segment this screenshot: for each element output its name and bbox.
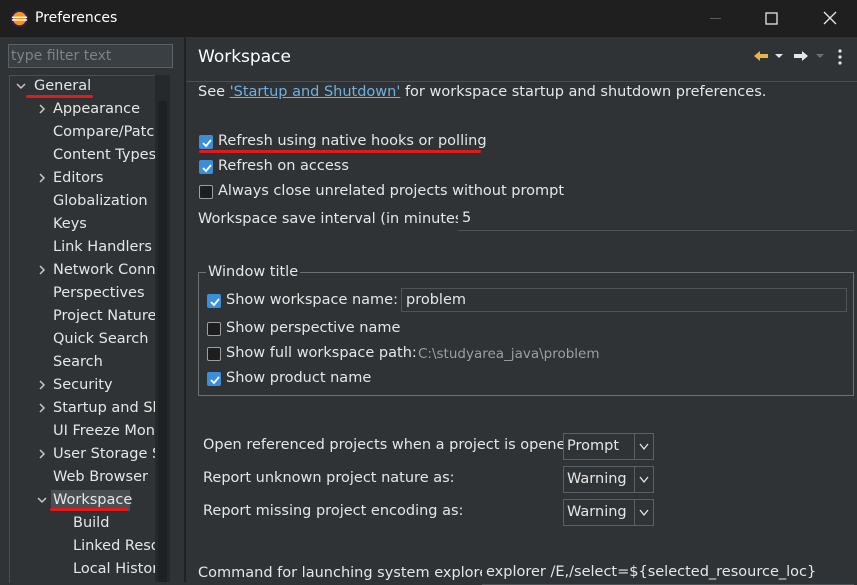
show-product-name-label: Show product name [226,370,372,386]
open-referenced-projects-label: Open referenced projects when a project … [203,437,580,453]
refresh-native-hooks-label: Refresh using native hooks or polling [218,133,487,149]
combo-arrow [634,467,653,492]
tree-item-keys[interactable]: Keys [53,213,87,235]
tree-item-user-storage-service[interactable]: User Storage Service [53,443,156,465]
startup-hint: See 'Startup and Shutdown' for workspace… [198,84,766,100]
tree-item-network-connections[interactable]: Network Connections [53,259,156,281]
minimize-icon [710,18,721,19]
tree-item-web-browser[interactable]: Web Browser [53,466,148,488]
window-title: Preferences [35,10,118,26]
chevron-down-icon[interactable] [16,81,26,91]
always-close-projects-label: Always close unrelated projects without … [218,183,565,199]
highlight-underline-refresh [199,150,481,153]
chevron-right-icon[interactable] [37,173,47,183]
unknown-nature-value: Warning [567,471,627,487]
tree-item-globalization[interactable]: Globalization [53,190,148,212]
tree-item-local-history[interactable]: Local History [73,558,156,580]
title-bar: Preferences [0,0,857,37]
tree-item-project-natures[interactable]: Project Natures [53,305,156,327]
open-referenced-projects-value: Prompt [567,438,620,454]
tree-item-perspectives[interactable]: Perspectives [53,282,145,304]
missing-encoding-select[interactable]: Warning [563,499,654,526]
chevron-right-icon[interactable] [37,380,47,390]
filter-input[interactable] [8,44,173,68]
tree-item-editors[interactable]: Editors [53,167,103,189]
chevron-down-icon [639,476,649,484]
checkmark-icon [202,164,212,173]
window-title-legend: Window title [206,264,301,280]
tree-item-security[interactable]: Security [53,374,113,396]
full-path-value: C:\studyarea_java\problem [418,346,600,362]
show-workspace-name-label: Show workspace name: [226,292,398,308]
tree-item-content-types[interactable]: Content Types [53,144,156,166]
tree-scrollbar-thumb[interactable] [158,101,167,582]
tree-item-startup-and-shutdown[interactable]: Startup and Shutdown [53,397,156,419]
missing-encoding-value: Warning [567,504,627,520]
unknown-nature-label: Report unknown project nature as: [203,470,455,486]
missing-encoding-label: Report missing project encoding as: [203,503,464,519]
highlight-underline-workspace [50,508,128,511]
back-menu-chevron-down-icon[interactable] [773,48,785,64]
tree-item-general[interactable]: General [34,76,91,97]
right-pane: Workspace See 'Startup and Shutdown' for… [186,37,857,585]
refresh-native-hooks-checkbox[interactable] [199,135,213,149]
always-close-projects-checkbox[interactable] [199,185,213,199]
explorer-command-label: Command for launching system explorer: [198,565,499,581]
tree-item-ui-freeze-monitoring[interactable]: UI Freeze Monitoring [53,420,156,442]
tree-scrollbar[interactable] [155,75,170,582]
tree-item-build[interactable]: Build [73,512,109,534]
close-button[interactable] [800,0,857,37]
back-arrow-icon[interactable] [752,48,770,64]
save-interval-field[interactable]: 5 [458,207,854,231]
show-full-path-checkbox[interactable] [207,347,221,361]
maximize-button[interactable] [742,0,800,37]
open-referenced-projects-select[interactable]: Prompt [563,433,654,460]
chevron-down-icon [639,509,649,517]
checkmark-icon [210,298,220,307]
refresh-on-access-label: Refresh on access [218,158,349,174]
show-perspective-name-checkbox[interactable] [207,322,221,336]
show-perspective-name-label: Show perspective name [226,320,401,336]
chevron-down-icon[interactable] [37,495,47,505]
chevron-right-icon[interactable] [37,104,47,114]
explorer-command-field[interactable]: explorer /E,/select=${selected_resource_… [482,561,854,585]
tree-item-link-handlers[interactable]: Link Handlers [53,236,152,258]
preference-tree: General Appearance Compare/Patch Content Ty… [9,75,156,583]
workspace-name-field[interactable]: problem [401,288,847,312]
show-product-name-checkbox[interactable] [207,372,221,386]
chevron-right-icon[interactable] [37,265,47,275]
left-pane: GeneralAppearanceCompare/PatchContent Ty… [0,37,185,583]
show-workspace-name-checkbox[interactable] [207,294,221,308]
page-title: Workspace [198,47,291,67]
chevron-right-icon[interactable] [37,403,47,413]
startup-shutdown-link[interactable]: 'Startup and Shutdown' [230,84,401,100]
view-menu-icon[interactable] [836,48,844,66]
tree-item-compare-patch[interactable]: Compare/Patch [53,121,156,143]
checkmark-icon [210,376,220,385]
chevron-right-icon[interactable] [37,449,47,459]
header-separator [186,81,857,82]
hint-prefix: See [198,84,230,100]
maximize-icon [765,12,778,25]
save-interval-label: Workspace save interval (in minutes): [198,211,474,227]
combo-arrow [634,500,653,525]
checkmark-icon [202,139,212,148]
tree-item-quick-search[interactable]: Quick Search [53,328,148,350]
unknown-nature-select[interactable]: Warning [563,466,654,493]
forward-menu-chevron-down-icon [816,54,824,58]
forward-arrow-icon[interactable] [792,48,810,64]
combo-arrow [634,434,653,459]
tree-item-appearance[interactable]: Appearance [53,98,140,120]
eclipse-logo-icon [10,9,29,28]
show-full-path-label: Show full workspace path: [226,345,417,361]
highlight-underline-general [26,95,93,98]
hint-suffix: for workspace startup and shutdown prefe… [400,84,767,100]
refresh-on-access-checkbox[interactable] [199,160,213,174]
tree-item-linked-resources[interactable]: Linked Resources [73,535,156,557]
chevron-down-icon [639,443,649,451]
close-icon [823,11,837,25]
minimize-button[interactable] [686,0,744,37]
tree-item-search[interactable]: Search [53,351,103,373]
